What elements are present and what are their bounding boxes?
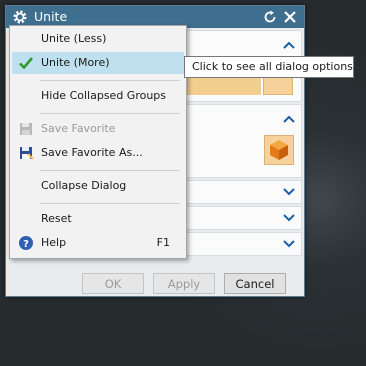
cube-icon[interactable] bbox=[264, 135, 294, 165]
chevron-down-icon[interactable] bbox=[283, 213, 295, 223]
floppy-icon bbox=[20, 123, 32, 135]
cancel-button[interactable]: Cancel bbox=[224, 273, 286, 294]
floppy-icon bbox=[20, 147, 34, 160]
menu-separator bbox=[40, 170, 180, 171]
help-icon: ? bbox=[19, 236, 33, 250]
menu-item-save-favorite-as[interactable]: Save Favorite As... bbox=[12, 142, 184, 164]
close-icon[interactable] bbox=[282, 9, 298, 25]
menu-separator bbox=[40, 80, 180, 81]
chevron-down-icon[interactable] bbox=[283, 239, 295, 249]
chevron-up-icon[interactable] bbox=[283, 114, 295, 124]
ok-button[interactable]: OK bbox=[82, 273, 144, 294]
menu-separator bbox=[40, 203, 180, 204]
dialog-options-menu: Unite (Less) Unite (More) Hide Collapsed… bbox=[9, 25, 187, 259]
menu-item-label: Collapse Dialog bbox=[41, 179, 127, 192]
chevron-up-icon[interactable] bbox=[283, 40, 295, 50]
menu-item-reset[interactable]: Reset bbox=[12, 208, 184, 230]
menu-item-shortcut: F1 bbox=[156, 236, 170, 249]
menu-item-label: Reset bbox=[41, 212, 72, 225]
check-icon bbox=[19, 57, 33, 70]
menu-item-label: Save Favorite As... bbox=[41, 146, 143, 159]
menu-item-collapse-dialog[interactable]: Collapse Dialog bbox=[12, 175, 184, 197]
chevron-down-icon[interactable] bbox=[283, 187, 295, 197]
cube-icon bbox=[270, 140, 288, 160]
dialog-title: Unite bbox=[34, 9, 68, 24]
menu-item-unite-more[interactable]: Unite (More) bbox=[12, 52, 184, 74]
menu-item-save-favorite[interactable]: Save Favorite bbox=[12, 118, 184, 140]
menu-separator bbox=[40, 113, 180, 114]
menu-item-unite-less[interactable]: Unite (Less) bbox=[12, 28, 184, 50]
menu-item-label: Hide Collapsed Groups bbox=[41, 89, 167, 102]
menu-item-hide-collapsed-groups[interactable]: Hide Collapsed Groups bbox=[12, 85, 184, 107]
tooltip: Click to see all dialog options. bbox=[184, 56, 356, 78]
menu-item-help[interactable]: ? Help F1 bbox=[12, 232, 184, 254]
menu-item-label: Save Favorite bbox=[41, 122, 116, 135]
gear-icon[interactable] bbox=[12, 9, 28, 25]
reset-icon[interactable] bbox=[262, 9, 278, 25]
svg-text:?: ? bbox=[23, 239, 29, 250]
menu-item-label: Unite (Less) bbox=[41, 32, 107, 45]
menu-item-label: Unite (More) bbox=[41, 56, 110, 69]
apply-button[interactable]: Apply bbox=[153, 273, 215, 294]
menu-item-label: Help bbox=[41, 236, 67, 249]
